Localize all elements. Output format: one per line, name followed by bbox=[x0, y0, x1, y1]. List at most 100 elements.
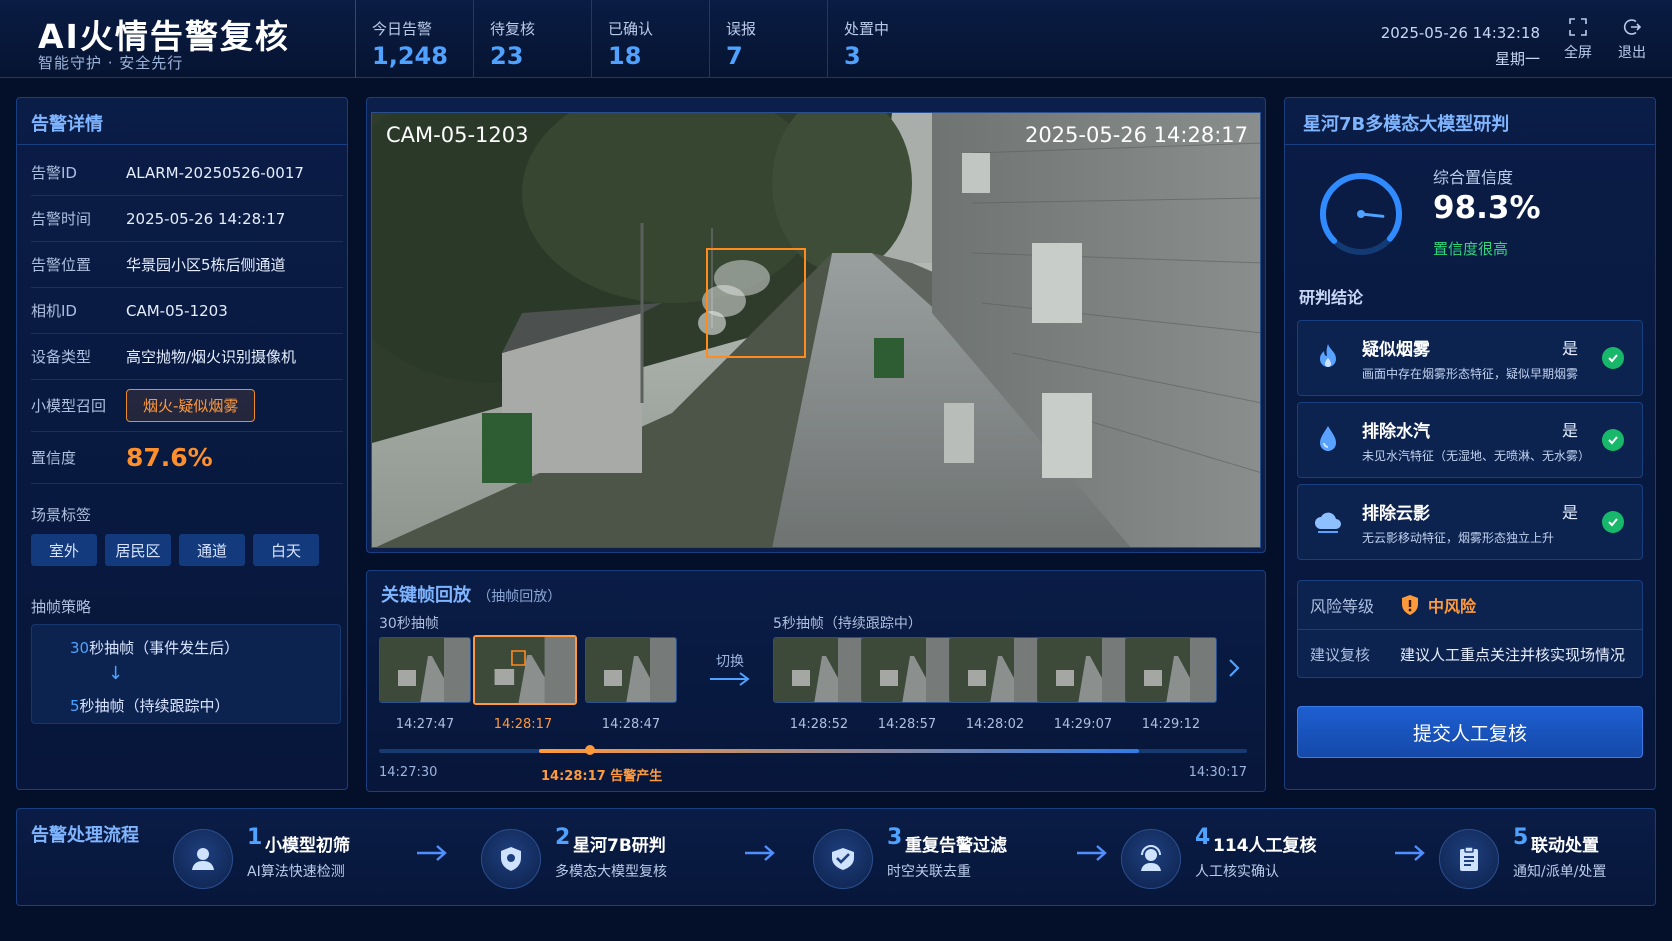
strategy-step-1: 30秒抽帧（事件发生后） bbox=[70, 637, 239, 658]
logout-icon bbox=[1621, 16, 1643, 38]
group-30s-label: 30秒抽帧 bbox=[379, 616, 439, 632]
fullscreen-button[interactable]: 全屏 bbox=[1558, 16, 1598, 62]
keyframe-title-text: 关键帧回放 bbox=[381, 585, 471, 606]
conclusion-desc: 无云影移动特征，烟雾形态独立上升 bbox=[1362, 531, 1555, 545]
risk-level: 中风险 bbox=[1428, 597, 1477, 616]
switch-control[interactable]: 切换 bbox=[705, 651, 755, 691]
flow-arrow-icon bbox=[745, 845, 775, 861]
keyframe-time: 14:28:52 bbox=[789, 717, 849, 732]
scene-tag[interactable]: 室外 bbox=[31, 534, 97, 566]
switch-label: 切换 bbox=[716, 654, 744, 670]
divider bbox=[17, 144, 347, 145]
detail-row-confidence: 置信度 87.6% bbox=[31, 432, 343, 484]
detail-row-location: 告警位置 华景园小区5栋后侧通道 bbox=[31, 242, 343, 288]
step-desc: 通知/派单/处置 bbox=[1513, 864, 1607, 880]
risk-box: 风险等级 中风险 建议复核 建议人工重点关注并核实现场情况 bbox=[1297, 580, 1643, 678]
detail-row-device-type: 设备类型 高空抛物/烟火识别摄像机 bbox=[31, 334, 343, 380]
recall-tag[interactable]: 烟火-疑似烟雾 bbox=[126, 389, 256, 422]
datetime: 2025-05-26 14:32:18 星期一 bbox=[1381, 20, 1540, 72]
stat-handling[interactable]: 处置中 3 bbox=[827, 0, 945, 78]
stat-value: 18 bbox=[608, 42, 642, 70]
timeline-track[interactable] bbox=[379, 745, 1247, 755]
detail-value: CAM-05-1203 bbox=[126, 301, 228, 320]
chevron-right-icon bbox=[1229, 659, 1240, 677]
conclusion-result: 是 bbox=[1562, 421, 1579, 440]
flow-step-2[interactable]: 2 星河7B研判 多模态大模型复核 bbox=[481, 823, 711, 893]
suggest-value: 建议人工重点关注并核实现场情况 bbox=[1400, 646, 1626, 664]
conclusion-result: 是 bbox=[1562, 503, 1579, 522]
step-desc: 人工核实确认 bbox=[1195, 864, 1279, 880]
keyframe-thumbnail-active[interactable] bbox=[473, 635, 577, 705]
flow-step-4[interactable]: 4 114人工复核 人工核实确认 bbox=[1121, 823, 1361, 893]
stat-pending-review[interactable]: 待复核 23 bbox=[473, 0, 591, 78]
check-icon bbox=[1602, 511, 1624, 533]
risk-row: 风险等级 中风险 bbox=[1298, 581, 1642, 630]
next-frames-button[interactable] bbox=[1225, 657, 1243, 683]
confidence-label: 综合置信度 bbox=[1433, 168, 1514, 187]
camera-frame[interactable]: CAM-05-1203 2025-05-26 14:28:17 bbox=[371, 112, 1261, 548]
keyframe-subtitle: （抽帧回放） bbox=[477, 589, 562, 605]
keyframe-thumbnail[interactable] bbox=[773, 637, 865, 703]
keyframe-thumbnail[interactable] bbox=[379, 637, 471, 703]
flow-arrow-icon bbox=[417, 845, 447, 861]
strategy-text: 秒抽帧（持续跟踪中） bbox=[79, 697, 230, 715]
keyframe-thumbnail[interactable] bbox=[861, 637, 953, 703]
keyframe-thumbnail[interactable] bbox=[949, 637, 1041, 703]
detection-bounding-box[interactable] bbox=[706, 248, 806, 358]
arrow-right-icon bbox=[710, 672, 750, 686]
stat-value: 1,248 bbox=[372, 42, 448, 70]
clipboard-icon bbox=[1439, 829, 1499, 889]
stat-today-alarms[interactable]: 今日告警 1,248 bbox=[355, 0, 473, 78]
detail-key: 告警ID bbox=[31, 164, 77, 182]
keyframe-thumbnail[interactable] bbox=[1125, 637, 1217, 703]
timeline-event-label: 14:28:17 告警产生 bbox=[541, 769, 663, 784]
scene-tag[interactable]: 通道 bbox=[179, 534, 245, 566]
conclusion-card-smoke[interactable]: 疑似烟雾 画面中存在烟雾形态特征，疑似早期烟雾 是 bbox=[1297, 320, 1643, 396]
step-name: 星河7B研判 bbox=[573, 836, 666, 856]
flow-step-3[interactable]: 3 重复告警过滤 时空关联去重 bbox=[813, 823, 1053, 893]
strategy-text: 秒抽帧（事件发生后） bbox=[89, 639, 240, 657]
keyframe-thumbnail[interactable] bbox=[585, 637, 677, 703]
keyframe-time: 14:29:12 bbox=[1141, 717, 1201, 732]
stat-false-alarm[interactable]: 误报 7 bbox=[709, 0, 827, 78]
confidence-gauge bbox=[1315, 168, 1407, 260]
step-number: 2 bbox=[555, 825, 571, 850]
confidence-value: 98.3% bbox=[1433, 190, 1541, 226]
current-weekday: 星期一 bbox=[1494, 50, 1540, 68]
conclusion-card-steam[interactable]: 排除水汽 未见水汽特征（无湿地、无喷淋、无水雾） 是 bbox=[1297, 402, 1643, 478]
flow-arrow-icon bbox=[1395, 845, 1425, 861]
conclusion-card-cloud[interactable]: 排除云影 无云影移动特征，烟雾形态独立上升 是 bbox=[1297, 484, 1643, 560]
timeline-event-marker[interactable] bbox=[585, 745, 595, 755]
step-desc: 时空关联去重 bbox=[887, 864, 971, 880]
keyframe-thumbnail[interactable] bbox=[1037, 637, 1129, 703]
flow-arrow-icon bbox=[1077, 845, 1107, 861]
user-icon bbox=[173, 829, 233, 889]
detail-key: 小模型召回 bbox=[31, 397, 107, 415]
stats-bar: 今日告警 1,248 待复核 23 已确认 18 误报 7 处置中 3 bbox=[355, 0, 945, 78]
logout-button[interactable]: 退出 bbox=[1612, 16, 1652, 62]
detail-row-alarm-time: 告警时间 2025-05-26 14:28:17 bbox=[31, 196, 343, 242]
timeline-end: 14:30:17 bbox=[1188, 765, 1247, 780]
operator-icon bbox=[1121, 829, 1181, 889]
cloud-icon bbox=[1312, 505, 1344, 537]
flow-title: 告警处理流程 bbox=[31, 825, 139, 846]
keyframe-time: 14:28:47 bbox=[601, 717, 661, 732]
detail-key: 告警位置 bbox=[31, 256, 92, 274]
step-name: 重复告警过滤 bbox=[905, 836, 1007, 856]
submit-review-button[interactable]: 提交人工复核 bbox=[1297, 706, 1643, 758]
current-datetime: 2025-05-26 14:32:18 bbox=[1380, 24, 1540, 42]
step-desc: 多模态大模型复核 bbox=[555, 864, 667, 880]
scene-tag[interactable]: 白天 bbox=[253, 534, 319, 566]
keyframe-time: 14:28:57 bbox=[877, 717, 937, 732]
scene-tag[interactable]: 居民区 bbox=[105, 534, 171, 566]
keyframe-time: 14:27:47 bbox=[395, 717, 455, 732]
flow-step-5[interactable]: 5 联动处置 通知/派单/处置 bbox=[1439, 823, 1649, 893]
strategy-box: 30秒抽帧（事件发生后） ↓ 5秒抽帧（持续跟踪中） bbox=[31, 624, 341, 724]
group-5s-label: 5秒抽帧（持续跟踪中） bbox=[773, 616, 922, 632]
stat-confirmed[interactable]: 已确认 18 bbox=[591, 0, 709, 78]
keyframe-title: 关键帧回放 （抽帧回放） bbox=[381, 581, 561, 607]
flow-step-1[interactable]: 1 小模型初筛 AI算法快速检测 bbox=[173, 823, 403, 893]
model-judgment-panel: 星河7B多模态大模型研判 综合置信度 98.3% 置信度很高 研判结论 疑似烟雾… bbox=[1284, 97, 1656, 790]
scene-label: 场景标签 bbox=[31, 506, 92, 524]
risk-key: 风险等级 bbox=[1310, 597, 1375, 616]
